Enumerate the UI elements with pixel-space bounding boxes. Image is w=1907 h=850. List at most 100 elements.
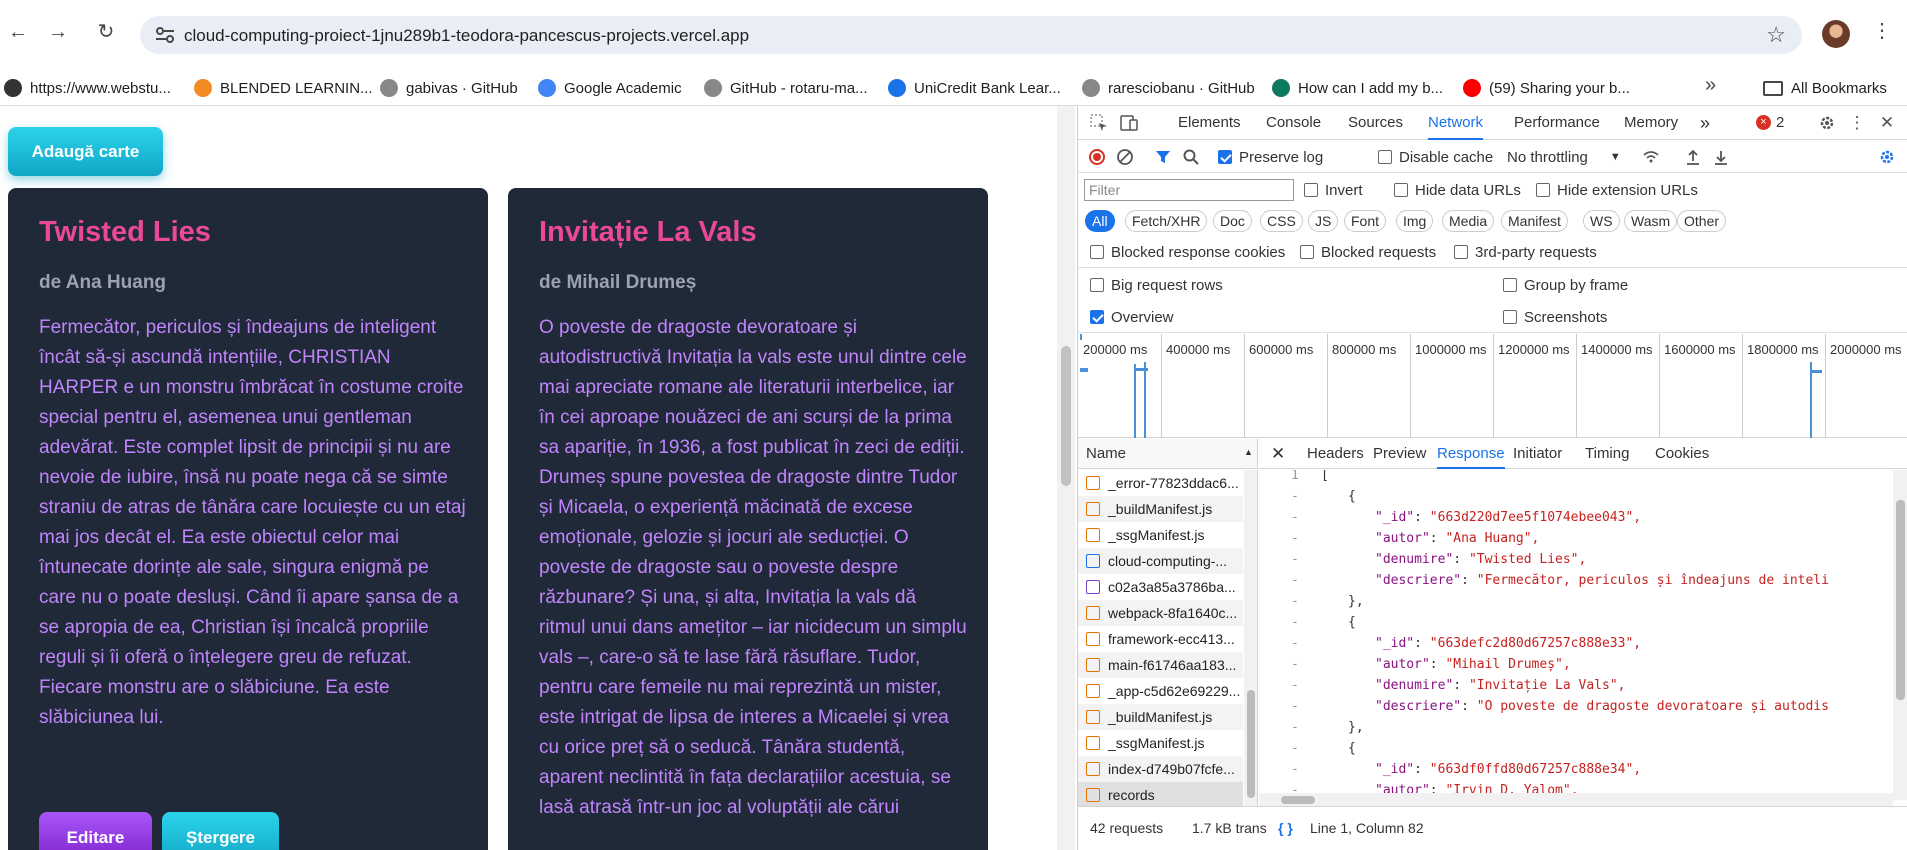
network-conditions-icon[interactable] (1642, 148, 1660, 166)
type-filter-css[interactable]: CSS (1260, 210, 1303, 232)
checkbox-unchecked[interactable] (1378, 150, 1392, 164)
import-har-icon[interactable] (1684, 148, 1702, 166)
response-body[interactable]: 1[-{- "_id": "663d220d7ee5f1074ebee043", -… (1259, 470, 1894, 800)
site-settings-icon[interactable] (154, 25, 176, 45)
reload-icon[interactable]: ↻ (92, 18, 120, 46)
pretty-print-icon[interactable]: { } (1278, 820, 1293, 836)
requests-scrollbar-thumb[interactable] (1247, 690, 1255, 798)
tab-console[interactable]: Console (1266, 106, 1321, 140)
type-filter-font[interactable]: Font (1344, 210, 1387, 232)
request-row[interactable]: _ssgManifest.js (1078, 522, 1243, 548)
bookmark-item[interactable]: GitHub - rotaru-ma... (704, 70, 868, 106)
tab-elements[interactable]: Elements (1178, 106, 1241, 140)
request-row[interactable]: c02a3a85a3786ba... (1078, 574, 1243, 600)
type-filter-img[interactable]: Img (1396, 210, 1434, 232)
request-row[interactable]: _buildManifest.js (1078, 496, 1243, 522)
bookmark-item[interactable]: How can I add my b... (1272, 70, 1443, 106)
type-filter-all[interactable]: All (1085, 210, 1115, 232)
browser-menu-icon[interactable]: ⋮ (1872, 18, 1892, 43)
more-tabs-icon[interactable]: » (1700, 106, 1710, 140)
checkbox-unchecked[interactable] (1090, 278, 1104, 292)
request-row[interactable]: _app-c5d62e69229... (1078, 678, 1243, 704)
export-har-icon[interactable] (1712, 148, 1730, 166)
group-by-frame-checkbox[interactable]: Group by frame (1503, 269, 1628, 301)
bookmark-item[interactable]: BLENDED LEARNIN... (194, 70, 373, 106)
bookmark-star-icon[interactable]: ☆ (1766, 22, 1786, 48)
checkbox-unchecked[interactable] (1300, 245, 1314, 259)
filter-input[interactable]: Filter (1084, 179, 1294, 201)
all-bookmarks-button[interactable]: All Bookmarks (1763, 70, 1887, 106)
error-icon[interactable]: × (1756, 115, 1771, 130)
delete-button[interactable]: Ștergere (162, 812, 279, 850)
search-icon[interactable] (1182, 148, 1200, 166)
tab-performance[interactable]: Performance (1514, 106, 1600, 140)
tab-network[interactable]: Network (1428, 106, 1484, 140)
edit-button[interactable]: Editare (39, 812, 152, 850)
bookmarks-overflow-icon[interactable]: » (1705, 74, 1716, 97)
checkbox-checked[interactable] (1090, 310, 1104, 324)
page-scrollbar-thumb[interactable] (1061, 346, 1071, 486)
type-filter-wasm[interactable]: Wasm (1624, 210, 1678, 232)
profile-avatar[interactable] (1822, 20, 1850, 48)
request-row[interactable]: records (1078, 782, 1243, 806)
hide-extension-urls-checkbox[interactable]: Hide extension URLs (1536, 174, 1698, 206)
request-row[interactable]: webpack-8fa1640c... (1078, 600, 1243, 626)
network-overview-timeline[interactable]: 200000 ms 400000 ms 600000 ms 800000 ms 1000… (1078, 334, 1907, 438)
tab-timing[interactable]: Timing (1585, 439, 1629, 469)
type-filter-js[interactable]: JS (1308, 210, 1339, 232)
bookmark-item[interactable]: https://www.webstu... (4, 70, 171, 106)
devtools-menu-icon[interactable]: ⋮ (1848, 114, 1866, 132)
settings-gear-icon[interactable] (1818, 114, 1836, 132)
request-row[interactable]: main-f61746aa183... (1078, 652, 1243, 678)
record-icon[interactable] (1088, 148, 1106, 166)
response-vertical-scrollbar-thumb[interactable] (1896, 500, 1905, 700)
overview-checkbox[interactable]: Overview (1090, 301, 1174, 333)
close-detail-icon[interactable]: ✕ (1271, 439, 1285, 469)
response-horizontal-scrollbar-thumb[interactable] (1281, 796, 1315, 804)
request-row[interactable]: index-d749b07fcfe... (1078, 756, 1243, 782)
tab-cookies[interactable]: Cookies (1655, 439, 1709, 469)
error-count[interactable]: 2 (1776, 106, 1784, 140)
address-bar[interactable]: cloud-computing-proiect-1jnu289b1-teodor… (140, 16, 1802, 54)
requests-name-header[interactable]: Name ▲ (1078, 439, 1258, 469)
hide-data-urls-checkbox[interactable]: Hide data URLs (1394, 174, 1521, 206)
clear-icon[interactable] (1116, 148, 1134, 166)
checkbox-checked[interactable] (1218, 150, 1232, 164)
blocked-cookies-checkbox[interactable]: Blocked response cookies (1090, 236, 1285, 268)
screenshots-checkbox[interactable]: Screenshots (1503, 301, 1607, 333)
type-filter-fetch-xhr[interactable]: Fetch/XHR (1125, 210, 1208, 232)
response-vertical-scrollbar[interactable] (1893, 470, 1907, 800)
invert-checkbox[interactable]: Invert (1304, 174, 1363, 206)
tab-memory[interactable]: Memory (1624, 106, 1678, 140)
throttling-select[interactable]: No throttling ▼ (1507, 141, 1621, 173)
tab-response[interactable]: Response (1437, 439, 1505, 469)
type-filter-media[interactable]: Media (1442, 210, 1495, 232)
checkbox-unchecked[interactable] (1304, 183, 1318, 197)
disable-cache-checkbox[interactable]: Disable cache (1378, 141, 1493, 173)
type-filter-ws[interactable]: WS (1583, 210, 1620, 232)
tab-preview[interactable]: Preview (1373, 439, 1426, 469)
close-devtools-icon[interactable]: ✕ (1878, 114, 1896, 132)
type-filter-doc[interactable]: Doc (1213, 210, 1252, 232)
inspect-element-icon[interactable] (1090, 114, 1108, 132)
network-settings-gear-icon[interactable] (1878, 148, 1896, 166)
add-book-button[interactable]: Adaugă carte (8, 127, 163, 176)
tab-headers[interactable]: Headers (1307, 439, 1364, 469)
tab-initiator[interactable]: Initiator (1513, 439, 1562, 469)
url-text[interactable]: cloud-computing-proiect-1jnu289b1-teodor… (184, 26, 749, 46)
type-filter-manifest[interactable]: Manifest (1501, 210, 1568, 232)
big-rows-checkbox[interactable]: Big request rows (1090, 269, 1223, 301)
device-toolbar-icon[interactable] (1120, 114, 1138, 132)
bookmark-item[interactable]: gabivas · GitHub (380, 70, 518, 106)
blocked-requests-checkbox[interactable]: Blocked requests (1300, 236, 1436, 268)
checkbox-unchecked[interactable] (1503, 278, 1517, 292)
request-row[interactable]: _buildManifest.js (1078, 704, 1243, 730)
request-row[interactable]: _error-77823ddac6... (1078, 470, 1243, 496)
bookmark-item[interactable]: Google Academic (538, 70, 682, 106)
checkbox-unchecked[interactable] (1536, 183, 1550, 197)
type-filter-other[interactable]: Other (1677, 210, 1727, 232)
preserve-log-checkbox[interactable]: Preserve log (1218, 141, 1323, 173)
forward-icon[interactable]: → (44, 18, 72, 46)
bookmark-item[interactable]: (59) Sharing your b... (1463, 70, 1630, 106)
bookmark-item[interactable]: UniCredit Bank Lear... (888, 70, 1061, 106)
